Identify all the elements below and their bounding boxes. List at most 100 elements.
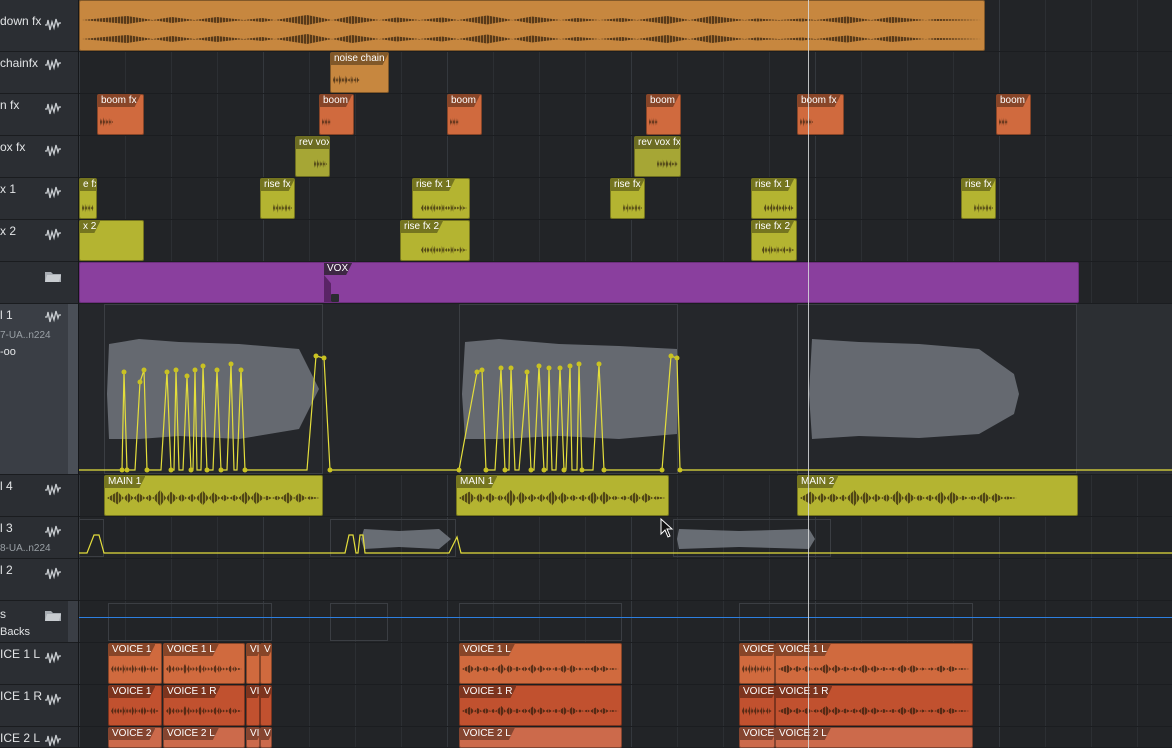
audio-clip[interactable]: e fx bbox=[79, 178, 97, 219]
folder-region[interactable] bbox=[739, 603, 973, 641]
lane-ice-2-l[interactable]: VOICE 2 VOICE 2 L VI V VOICE 2 L VOICE V… bbox=[79, 727, 1172, 748]
audio-clip[interactable]: VOICE 2 L bbox=[459, 727, 622, 748]
waveform-icon[interactable] bbox=[44, 525, 62, 539]
lane-x-2[interactable]: x 2 rise fx 2 rise fx 2 bbox=[79, 220, 1172, 262]
waveform-icon[interactable] bbox=[44, 58, 62, 72]
audio-clip[interactable]: V bbox=[260, 643, 272, 684]
audio-clip[interactable]: noise chain bbox=[330, 52, 389, 93]
track-header-chainfx[interactable]: chainfx bbox=[0, 52, 78, 94]
audio-clip[interactable]: boom bbox=[996, 94, 1031, 135]
track-header-l-2[interactable]: l 2 bbox=[0, 559, 78, 601]
lane-l-2[interactable] bbox=[79, 559, 1172, 601]
audio-clip[interactable]: rev vox bbox=[295, 136, 330, 177]
waveform-icon[interactable] bbox=[44, 310, 62, 324]
audio-clip[interactable]: x 2 bbox=[79, 220, 144, 261]
audio-clip[interactable]: boom bbox=[319, 94, 354, 135]
audio-clip[interactable]: VI bbox=[246, 727, 260, 748]
folder-clip[interactable]: VOX bbox=[79, 262, 1079, 303]
lane-ice-1-l[interactable]: VOICE 1 VOICE 1 L VI V VOICE 1 L VOICE V… bbox=[79, 643, 1172, 685]
audio-clip[interactable]: VOICE 2 bbox=[108, 727, 162, 748]
lane-chainfx[interactable]: noise chain bbox=[79, 52, 1172, 94]
audio-clip[interactable]: VOICE 1 bbox=[108, 643, 162, 684]
track-header-l-3[interactable]: l 3 8-UA..n224 bbox=[0, 517, 78, 559]
lane-n-fx[interactable]: boom fx boom boom boom boom fx boom bbox=[79, 94, 1172, 136]
folder-region[interactable] bbox=[330, 603, 388, 641]
lane-l-4[interactable]: MAIN 1 MAIN 1 MAIN 2 bbox=[79, 475, 1172, 517]
audio-clip[interactable]: VOICE 1 L bbox=[459, 643, 622, 684]
waveform-icon[interactable] bbox=[44, 186, 62, 200]
waveform-icon[interactable] bbox=[44, 102, 62, 116]
audio-clip[interactable]: rise fx 1 bbox=[751, 178, 797, 219]
track-header-x-1[interactable]: x 1 bbox=[0, 178, 78, 220]
audio-clip[interactable]: rise fx bbox=[260, 178, 295, 219]
audio-clip[interactable]: VOICE bbox=[739, 685, 775, 726]
audio-clip[interactable]: V bbox=[260, 685, 272, 726]
waveform-icon[interactable] bbox=[44, 144, 62, 158]
audio-clip[interactable]: VOICE 1 L bbox=[163, 643, 245, 684]
clip-label: VOICE 1 L bbox=[460, 644, 515, 656]
track-header-l-1[interactable]: l 1 7-UA..n224 -oo bbox=[0, 304, 78, 475]
lane-down-fx[interactable] bbox=[79, 0, 1172, 52]
audio-clip[interactable] bbox=[79, 0, 985, 51]
waveform-icon[interactable] bbox=[44, 228, 62, 242]
lane-l-1[interactable] bbox=[79, 304, 1172, 475]
audio-clip[interactable]: VOICE 2 L bbox=[775, 727, 973, 748]
audio-clip[interactable]: VOICE 1 R bbox=[775, 685, 973, 726]
audio-clip[interactable]: rise fx 1 bbox=[412, 178, 470, 219]
playhead[interactable] bbox=[808, 0, 809, 748]
audio-clip[interactable]: VOICE 2 L bbox=[163, 727, 245, 748]
clip-label: VOICE 2 bbox=[109, 728, 155, 740]
audio-clip[interactable]: rev vox fx bbox=[634, 136, 681, 177]
waveform-shape bbox=[107, 339, 319, 439]
audio-clip[interactable]: VOICE bbox=[739, 727, 775, 748]
waveform-icon[interactable] bbox=[44, 651, 62, 665]
track-header-ice-1-l[interactable]: ICE 1 L bbox=[0, 643, 78, 685]
track-header-down-fx[interactable]: down fx bbox=[0, 0, 78, 52]
folder-region[interactable] bbox=[108, 603, 272, 641]
lane-l-3[interactable] bbox=[79, 517, 1172, 559]
audio-clip[interactable]: boom fx bbox=[797, 94, 844, 135]
waveform-icon[interactable] bbox=[44, 693, 62, 707]
audio-clip[interactable]: VOICE 1 R bbox=[163, 685, 245, 726]
lane-folder[interactable]: VOX bbox=[79, 262, 1172, 304]
audio-clip[interactable]: rise fx bbox=[610, 178, 645, 219]
audio-clip[interactable]: boom bbox=[646, 94, 681, 135]
folder-icon[interactable] bbox=[44, 269, 62, 283]
audio-clip[interactable]: VOICE 1 L bbox=[775, 643, 973, 684]
waveform-icon[interactable] bbox=[44, 567, 62, 581]
audio-clip[interactable]: rise fx bbox=[961, 178, 996, 219]
lane-ice-1-r[interactable]: VOICE 1 VOICE 1 R VI V VOICE 1 R VOICE V… bbox=[79, 685, 1172, 727]
waveform-icon[interactable] bbox=[44, 734, 62, 748]
track-header-folder[interactable] bbox=[0, 262, 78, 304]
audio-clip[interactable]: VOICE 1 R bbox=[459, 685, 622, 726]
audio-clip[interactable]: rise fx 2 bbox=[751, 220, 797, 261]
audio-clip[interactable]: V bbox=[260, 727, 272, 748]
track-header-n-fx[interactable]: n fx bbox=[0, 94, 78, 136]
audio-clip[interactable]: VI bbox=[246, 685, 260, 726]
audio-clip[interactable]: boom fx bbox=[97, 94, 144, 135]
audio-clip[interactable]: VOICE bbox=[739, 643, 775, 684]
track-header-ox-fx[interactable]: ox fx bbox=[0, 136, 78, 178]
audio-clip[interactable]: boom bbox=[447, 94, 482, 135]
lane-backs-folder[interactable] bbox=[79, 601, 1172, 643]
track-header-backs-folder[interactable]: s Backs bbox=[0, 601, 78, 643]
track-header-x-2[interactable]: x 2 bbox=[0, 220, 78, 262]
folder-region[interactable] bbox=[459, 603, 622, 641]
audio-clip[interactable]: rise fx 2 bbox=[400, 220, 470, 261]
waveform-and-automation bbox=[79, 339, 1172, 473]
audio-clip[interactable]: MAIN 1 bbox=[456, 475, 669, 516]
track-header-ice-2-l[interactable]: ICE 2 L bbox=[0, 727, 78, 748]
clip-label: V bbox=[261, 728, 272, 740]
waveform-icon[interactable] bbox=[44, 18, 62, 32]
track-header-ice-1-r[interactable]: ICE 1 R bbox=[0, 685, 78, 727]
audio-clip[interactable]: MAIN 2 bbox=[797, 475, 1078, 516]
audio-clip[interactable]: VI bbox=[246, 643, 260, 684]
audio-clip[interactable]: VOICE 1 bbox=[108, 685, 162, 726]
arrangement-view[interactable]: noise chain boom fx boom boom boom boom … bbox=[79, 0, 1172, 748]
waveform-icon[interactable] bbox=[44, 483, 62, 497]
folder-icon[interactable] bbox=[44, 608, 62, 622]
audio-clip[interactable]: MAIN 1 bbox=[104, 475, 323, 516]
lane-x-1[interactable]: e fx rise fx rise fx 1 rise fx rise fx 1… bbox=[79, 178, 1172, 220]
track-header-l-4[interactable]: l 4 bbox=[0, 475, 78, 517]
lane-ox-fx[interactable]: rev vox rev vox fx bbox=[79, 136, 1172, 178]
